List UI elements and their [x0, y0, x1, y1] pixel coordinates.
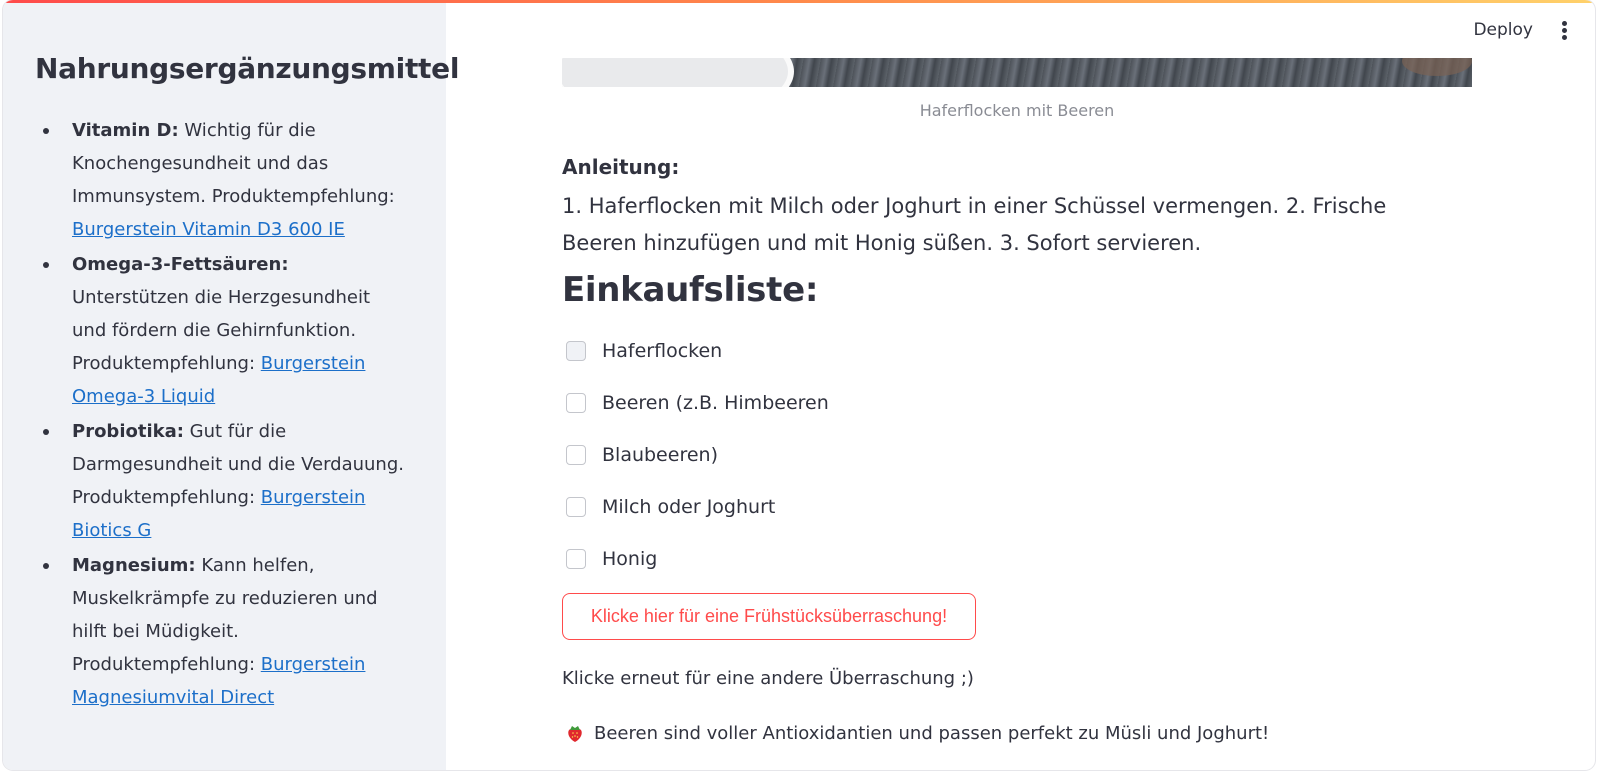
- checkbox[interactable]: [566, 497, 586, 517]
- bowl-shape: [562, 58, 794, 87]
- checkbox[interactable]: [566, 393, 586, 413]
- instructions-label: Anleitung:: [562, 155, 680, 179]
- supplement-item-magnesium: Magnesium: Kann helfen, Muskelkrämpfe zu…: [35, 549, 407, 714]
- supplement-name: Probiotika:: [72, 421, 184, 442]
- instructions-text: 1. Haferflocken mit Milch oder Joghurt i…: [562, 194, 1387, 255]
- recipe-image: [562, 58, 1472, 87]
- checklist-label: Haferflocken: [602, 340, 723, 362]
- supplement-item-omega-3: Omega-3-Fettsäuren: Unterstützen die Her…: [35, 248, 407, 413]
- berry-tip: Beeren sind voller Antioxidantien und pa…: [564, 722, 1269, 744]
- top-decoration-bar: [3, 0, 1595, 3]
- bullet-icon: [43, 262, 49, 268]
- checklist-item-milch[interactable]: Milch oder Joghurt: [566, 496, 829, 548]
- checklist-item-beeren[interactable]: Beeren (z.B. Himbeeren: [566, 392, 829, 444]
- shopping-list-title: Einkaufsliste:: [562, 270, 819, 310]
- checkbox[interactable]: [566, 341, 586, 361]
- checkbox[interactable]: [566, 445, 586, 465]
- checkbox[interactable]: [566, 549, 586, 569]
- supplement-item-vitamin-d: Vitamin D: Wichtig für die Knochengesund…: [35, 114, 407, 246]
- app-window: Nahrungsergänzungsmittel Vitamin D: Wich…: [3, 0, 1595, 770]
- product-link[interactable]: Burgerstein Vitamin D3 600 IE: [72, 219, 345, 240]
- supplement-name: Omega-3-Fettsäuren:: [72, 254, 289, 275]
- strawberry-icon: [568, 726, 582, 742]
- shopping-checklist: Haferflocken Beeren (z.B. Himbeeren Blau…: [566, 340, 829, 600]
- checklist-label: Honig: [602, 548, 658, 570]
- more-vertical-icon[interactable]: [1561, 21, 1567, 41]
- bullet-icon: [43, 563, 49, 569]
- again-hint-text: Klicke erneut für eine andere Überraschu…: [562, 668, 974, 689]
- supplement-item-probiotika: Probiotika: Gut für die Darmgesundheit u…: [35, 415, 407, 547]
- checklist-label: Beeren (z.B. Himbeeren: [602, 392, 829, 414]
- checklist-label: Blaubeeren): [602, 444, 718, 466]
- supplement-list: Vitamin D: Wichtig für die Knochengesund…: [35, 114, 407, 716]
- surprise-button[interactable]: Klicke hier für eine Frühstücksüberrasch…: [562, 593, 976, 640]
- bullet-icon: [43, 429, 49, 435]
- supplement-name: Magnesium:: [72, 555, 196, 576]
- checklist-item-haferflocken[interactable]: Haferflocken: [566, 340, 829, 392]
- checklist-item-blaubeeren[interactable]: Blaubeeren): [566, 444, 829, 496]
- sidebar: Nahrungsergänzungsmittel Vitamin D: Wich…: [3, 0, 459, 770]
- berry-shape: [1402, 58, 1472, 76]
- sidebar-title: Nahrungsergänzungsmittel: [35, 52, 460, 85]
- image-caption: Haferflocken mit Beeren: [919, 101, 1115, 120]
- checklist-label: Milch oder Joghurt: [602, 496, 776, 518]
- deploy-button[interactable]: Deploy: [1473, 20, 1533, 40]
- supplement-name: Vitamin D:: [72, 120, 179, 141]
- tip-text: Beeren sind voller Antioxidantien und pa…: [594, 722, 1270, 744]
- bullet-icon: [43, 128, 49, 134]
